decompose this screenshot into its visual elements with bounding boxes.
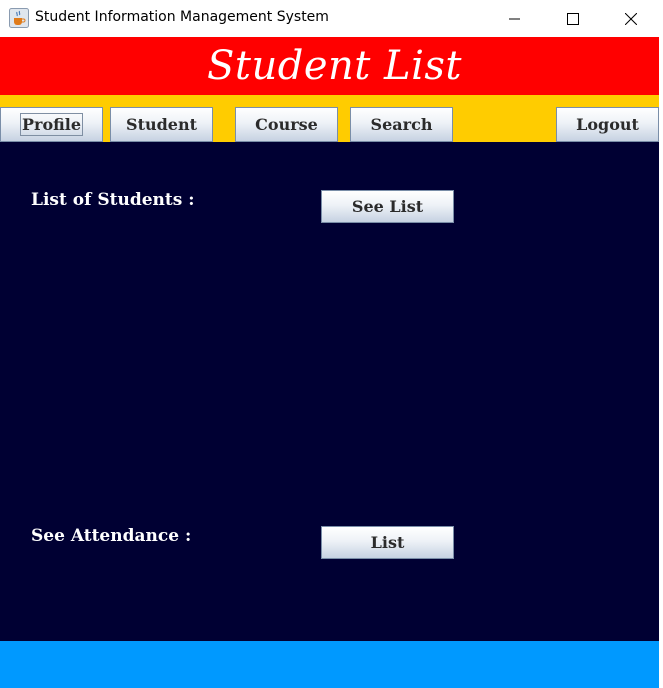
course-button-label: Course [255,115,318,134]
maximize-icon [567,12,579,25]
minimize-icon [509,18,520,19]
page-title: Student List [206,43,463,89]
see-list-button[interactable]: See List [321,190,454,223]
list-of-students-label: List of Students : [31,190,195,210]
minimize-button[interactable] [486,0,544,37]
main-panel: List of Students : See List See Attendan… [0,142,659,641]
search-button-label: Search [370,115,433,134]
nav-bar: Profile Student Course Search Logout [0,95,659,142]
logout-button-label: Logout [576,115,639,134]
profile-button[interactable]: Profile [0,107,103,142]
header-banner: Student List [0,37,659,95]
attendance-list-button-label: List [370,533,405,552]
search-button[interactable]: Search [350,107,453,142]
profile-button-label: Profile [19,113,84,136]
java-cup-icon [9,8,29,28]
student-button-label: Student [126,115,197,134]
close-icon [625,12,637,25]
close-button[interactable] [602,0,660,37]
student-button[interactable]: Student [110,107,213,142]
course-button[interactable]: Course [235,107,338,142]
see-list-button-label: See List [351,197,424,216]
window-titlebar: Student Information Management System [0,0,663,37]
footer-bar [0,641,659,688]
window-title: Student Information Management System [35,9,329,25]
logout-button[interactable]: Logout [556,107,659,142]
maximize-button[interactable] [544,0,602,37]
window-edge [659,37,663,688]
see-attendance-label: See Attendance : [31,526,192,546]
attendance-list-button[interactable]: List [321,526,454,559]
